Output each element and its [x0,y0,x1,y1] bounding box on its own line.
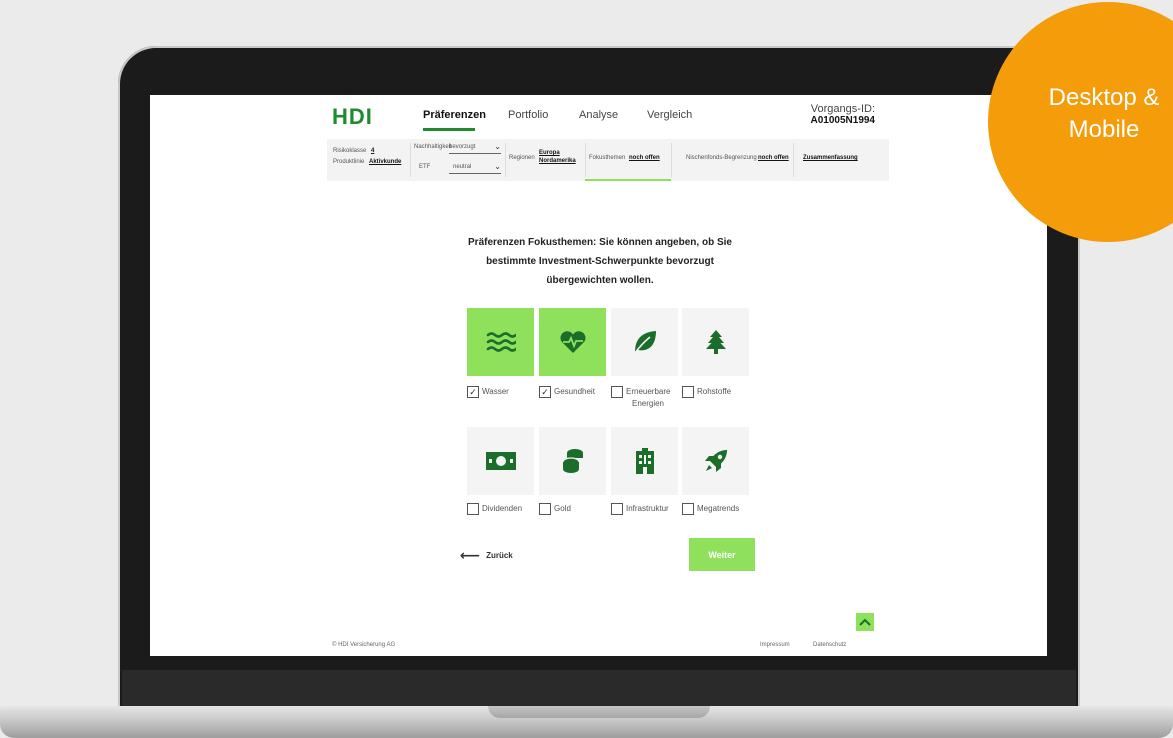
option-label: Rohstoffe [697,387,732,396]
back-button[interactable]: ⟵ Zurück [460,547,513,564]
option-gold[interactable]: Gold [539,503,571,515]
option-tile-megatrends[interactable] [682,427,749,495]
leaf-icon [633,331,656,354]
divider [793,143,794,177]
scroll-to-top-button[interactable] [856,613,874,631]
divider [585,143,586,177]
header: HDI Präferenzen Portfolio Analyse Vergle… [150,95,1047,137]
option-label: Wasser [482,387,509,396]
zusammenfassung-link[interactable]: Zusammenfassung [803,155,858,161]
option-tile-dividenden[interactable] [467,427,534,495]
nachhaltigkeit-label: Nachhaltigkeit [414,144,452,150]
hdi-logo[interactable]: HDI [332,104,373,130]
promo-badge-text: Desktop & Mobile [1004,82,1173,146]
option-tile-erneuerbare-energien[interactable] [611,308,678,376]
nischenfonds-value[interactable]: noch offen [758,155,789,161]
checkbox-unchecked[interactable] [682,386,694,398]
banknote-icon [485,452,516,470]
option-wasser[interactable]: ✓ Wasser [467,386,509,398]
tree-icon [705,330,726,354]
fokusthemen-value[interactable]: noch offen [629,155,660,161]
building-icon [635,448,654,474]
next-button[interactable]: Weiter [689,538,755,571]
chevron-down-icon: ⌄ [494,162,501,171]
option-label: Erneuerbare Energien [626,387,671,408]
regionen-label: Regionen [509,155,535,161]
option-label: Megatrends [697,504,740,513]
promo-badge-line2: Mobile [1068,116,1140,143]
water-icon [486,332,516,352]
etf-select[interactable]: neutral ⌄ [449,162,501,174]
produktlinie-value[interactable]: Aktivkunde [369,159,401,165]
risikoklasse-label: Risikoklasse [333,148,367,154]
app-screen: HDI Präferenzen Portfolio Analyse Vergle… [150,95,1047,656]
nachhaltigkeit-select[interactable]: bevorzugt ⌄ [449,142,501,154]
nav-active-indicator [423,128,475,131]
option-label: Dividenden [482,504,523,513]
checkbox-unchecked[interactable] [467,503,479,515]
risikoklasse-value[interactable]: 4 [371,148,374,154]
option-dividenden[interactable]: Dividenden [467,503,522,515]
option-rohstoffe[interactable]: Rohstoffe [682,386,731,398]
nav-praeferenzen[interactable]: Präferenzen [423,109,486,121]
preferences-summary-bar: Risikoklasse 4 Produktlinie Aktivkunde N… [327,139,889,181]
footer-datenschutz-link[interactable]: Datenschutz [813,642,846,648]
laptop-notch [488,706,710,718]
option-gesundheit[interactable]: ✓ Gesundheit [539,386,595,398]
nischenfonds-label: Nischenfonds-Begrenzung [686,155,757,161]
option-label: Gesundheit [554,387,595,396]
option-tile-wasser[interactable] [467,308,534,376]
checkbox-unchecked[interactable] [539,503,551,515]
laptop-chin [122,670,1076,708]
regionen-value-europa[interactable]: Europa [539,150,560,156]
fokusthemen-label: Fokusthemen [589,155,626,161]
nav-vergleich[interactable]: Vergleich [647,109,692,121]
back-label: Zurück [486,551,513,560]
vorgang-id-value: A01005N1994 [810,115,876,126]
option-infrastruktur[interactable]: Infrastruktur [611,503,669,515]
option-tile-rohstoffe[interactable] [682,308,749,376]
checkbox-checked[interactable]: ✓ [467,386,479,398]
option-erneuerbare-energien[interactable]: Erneuerbare Energien [611,386,691,410]
option-tile-gesundheit[interactable] [539,308,606,376]
divider [410,143,411,177]
option-label: Infrastruktur [626,504,669,513]
vorgang-id-label: Vorgangs-ID: [810,103,875,115]
checkbox-unchecked[interactable] [611,386,623,398]
option-megatrends[interactable]: Megatrends [682,503,739,515]
nachhaltigkeit-value: bevorzugt [449,144,476,150]
nav-portfolio[interactable]: Portfolio [508,109,548,121]
chevron-down-icon: ⌄ [494,142,501,151]
coins-icon [561,449,583,473]
rocket-icon [704,450,727,472]
chevron-up-icon [859,618,871,626]
divider [505,143,506,177]
footer-impressum-link[interactable]: Impressum [760,642,790,648]
regionen-value-nordamerika[interactable]: Nordamerika [539,158,576,164]
heart-pulse-icon [560,331,585,353]
option-label: Gold [554,504,571,513]
option-tile-gold[interactable] [539,427,606,495]
question-text: Präferenzen Fokusthemen: Sie können ange… [468,237,732,286]
produktlinie-label: Produktlinie [333,159,365,165]
etf-value: neutral [453,164,472,170]
active-step-indicator [585,179,671,181]
nav-analyse[interactable]: Analyse [579,109,618,121]
etf-label: ETF [419,164,431,170]
checkbox-checked[interactable]: ✓ [539,386,551,398]
option-tile-infrastruktur[interactable] [611,427,678,495]
checkbox-unchecked[interactable] [611,503,623,515]
arrow-left-icon: ⟵ [460,547,481,563]
divider [671,143,672,177]
footer-copyright: © HDI Versicherung AG [332,642,396,648]
promo-badge-line1: Desktop & [1048,84,1160,111]
checkbox-unchecked[interactable] [682,503,694,515]
